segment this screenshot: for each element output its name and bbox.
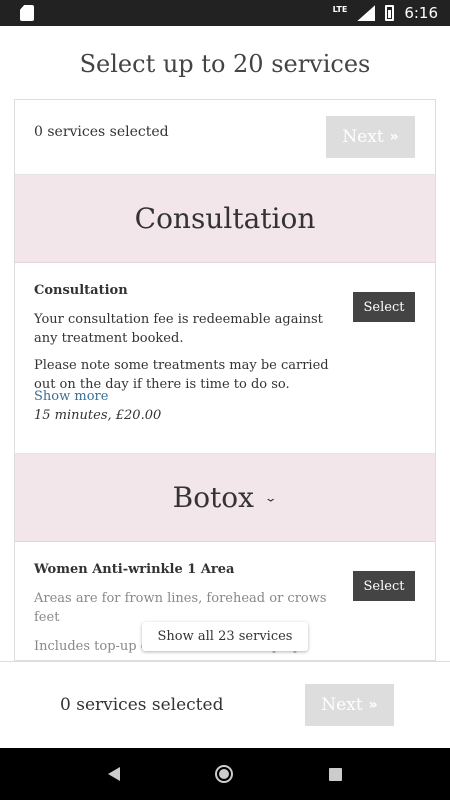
- status-left: [20, 5, 34, 21]
- sd-card-icon: [20, 5, 34, 21]
- chevron-down-icon: ⌄: [263, 490, 278, 505]
- section-title: Botox: [172, 481, 254, 514]
- next-button[interactable]: Next »: [326, 116, 415, 158]
- double-chevron-right-icon: »: [389, 129, 399, 145]
- recent-apps-icon[interactable]: [329, 767, 343, 781]
- bottom-next-button[interactable]: Next »: [305, 684, 394, 726]
- next-button-label: Next: [321, 695, 363, 715]
- selection-summary: 0 services selected Next »: [15, 100, 435, 175]
- status-time: 6:16: [404, 4, 438, 22]
- signal-icon: [357, 5, 376, 21]
- show-all-services-button[interactable]: Show all 23 services: [142, 622, 308, 651]
- service-description-line: Please note some treatments may be carri…: [34, 358, 329, 392]
- service-item: Consultation Select Your consultation fe…: [15, 263, 435, 454]
- service-meta: 15 minutes, £20.00: [34, 408, 162, 423]
- status-bar: LTE 6:16: [0, 0, 450, 26]
- double-chevron-right-icon: »: [368, 697, 378, 713]
- section-title: Consultation: [134, 202, 316, 235]
- section-header-botox[interactable]: Botox ⌄: [15, 454, 435, 542]
- service-description: Please note some treatments may be carri…: [34, 356, 329, 392]
- bottom-bar: 0 services selected Next »: [0, 661, 450, 748]
- battery-icon: [385, 5, 395, 21]
- service-description: Your consultation fee is redeemable agai…: [34, 312, 323, 346]
- select-button[interactable]: Select: [353, 292, 415, 322]
- status-right: LTE 6:16: [333, 4, 438, 22]
- home-icon[interactable]: [215, 765, 234, 783]
- network-type: LTE: [332, 4, 348, 14]
- section-header-consultation: Consultation: [15, 175, 435, 263]
- android-nav-bar: [0, 748, 450, 800]
- back-icon[interactable]: [107, 767, 120, 781]
- bottom-selected-count: 0 services selected: [60, 695, 224, 715]
- select-button[interactable]: Select: [353, 571, 415, 601]
- services-card: 0 services selected Next » Consultation …: [14, 99, 436, 661]
- next-button-label: Next: [342, 127, 384, 147]
- page-title: Select up to 20 services: [79, 50, 371, 78]
- selected-count: 0 services selected: [34, 124, 169, 140]
